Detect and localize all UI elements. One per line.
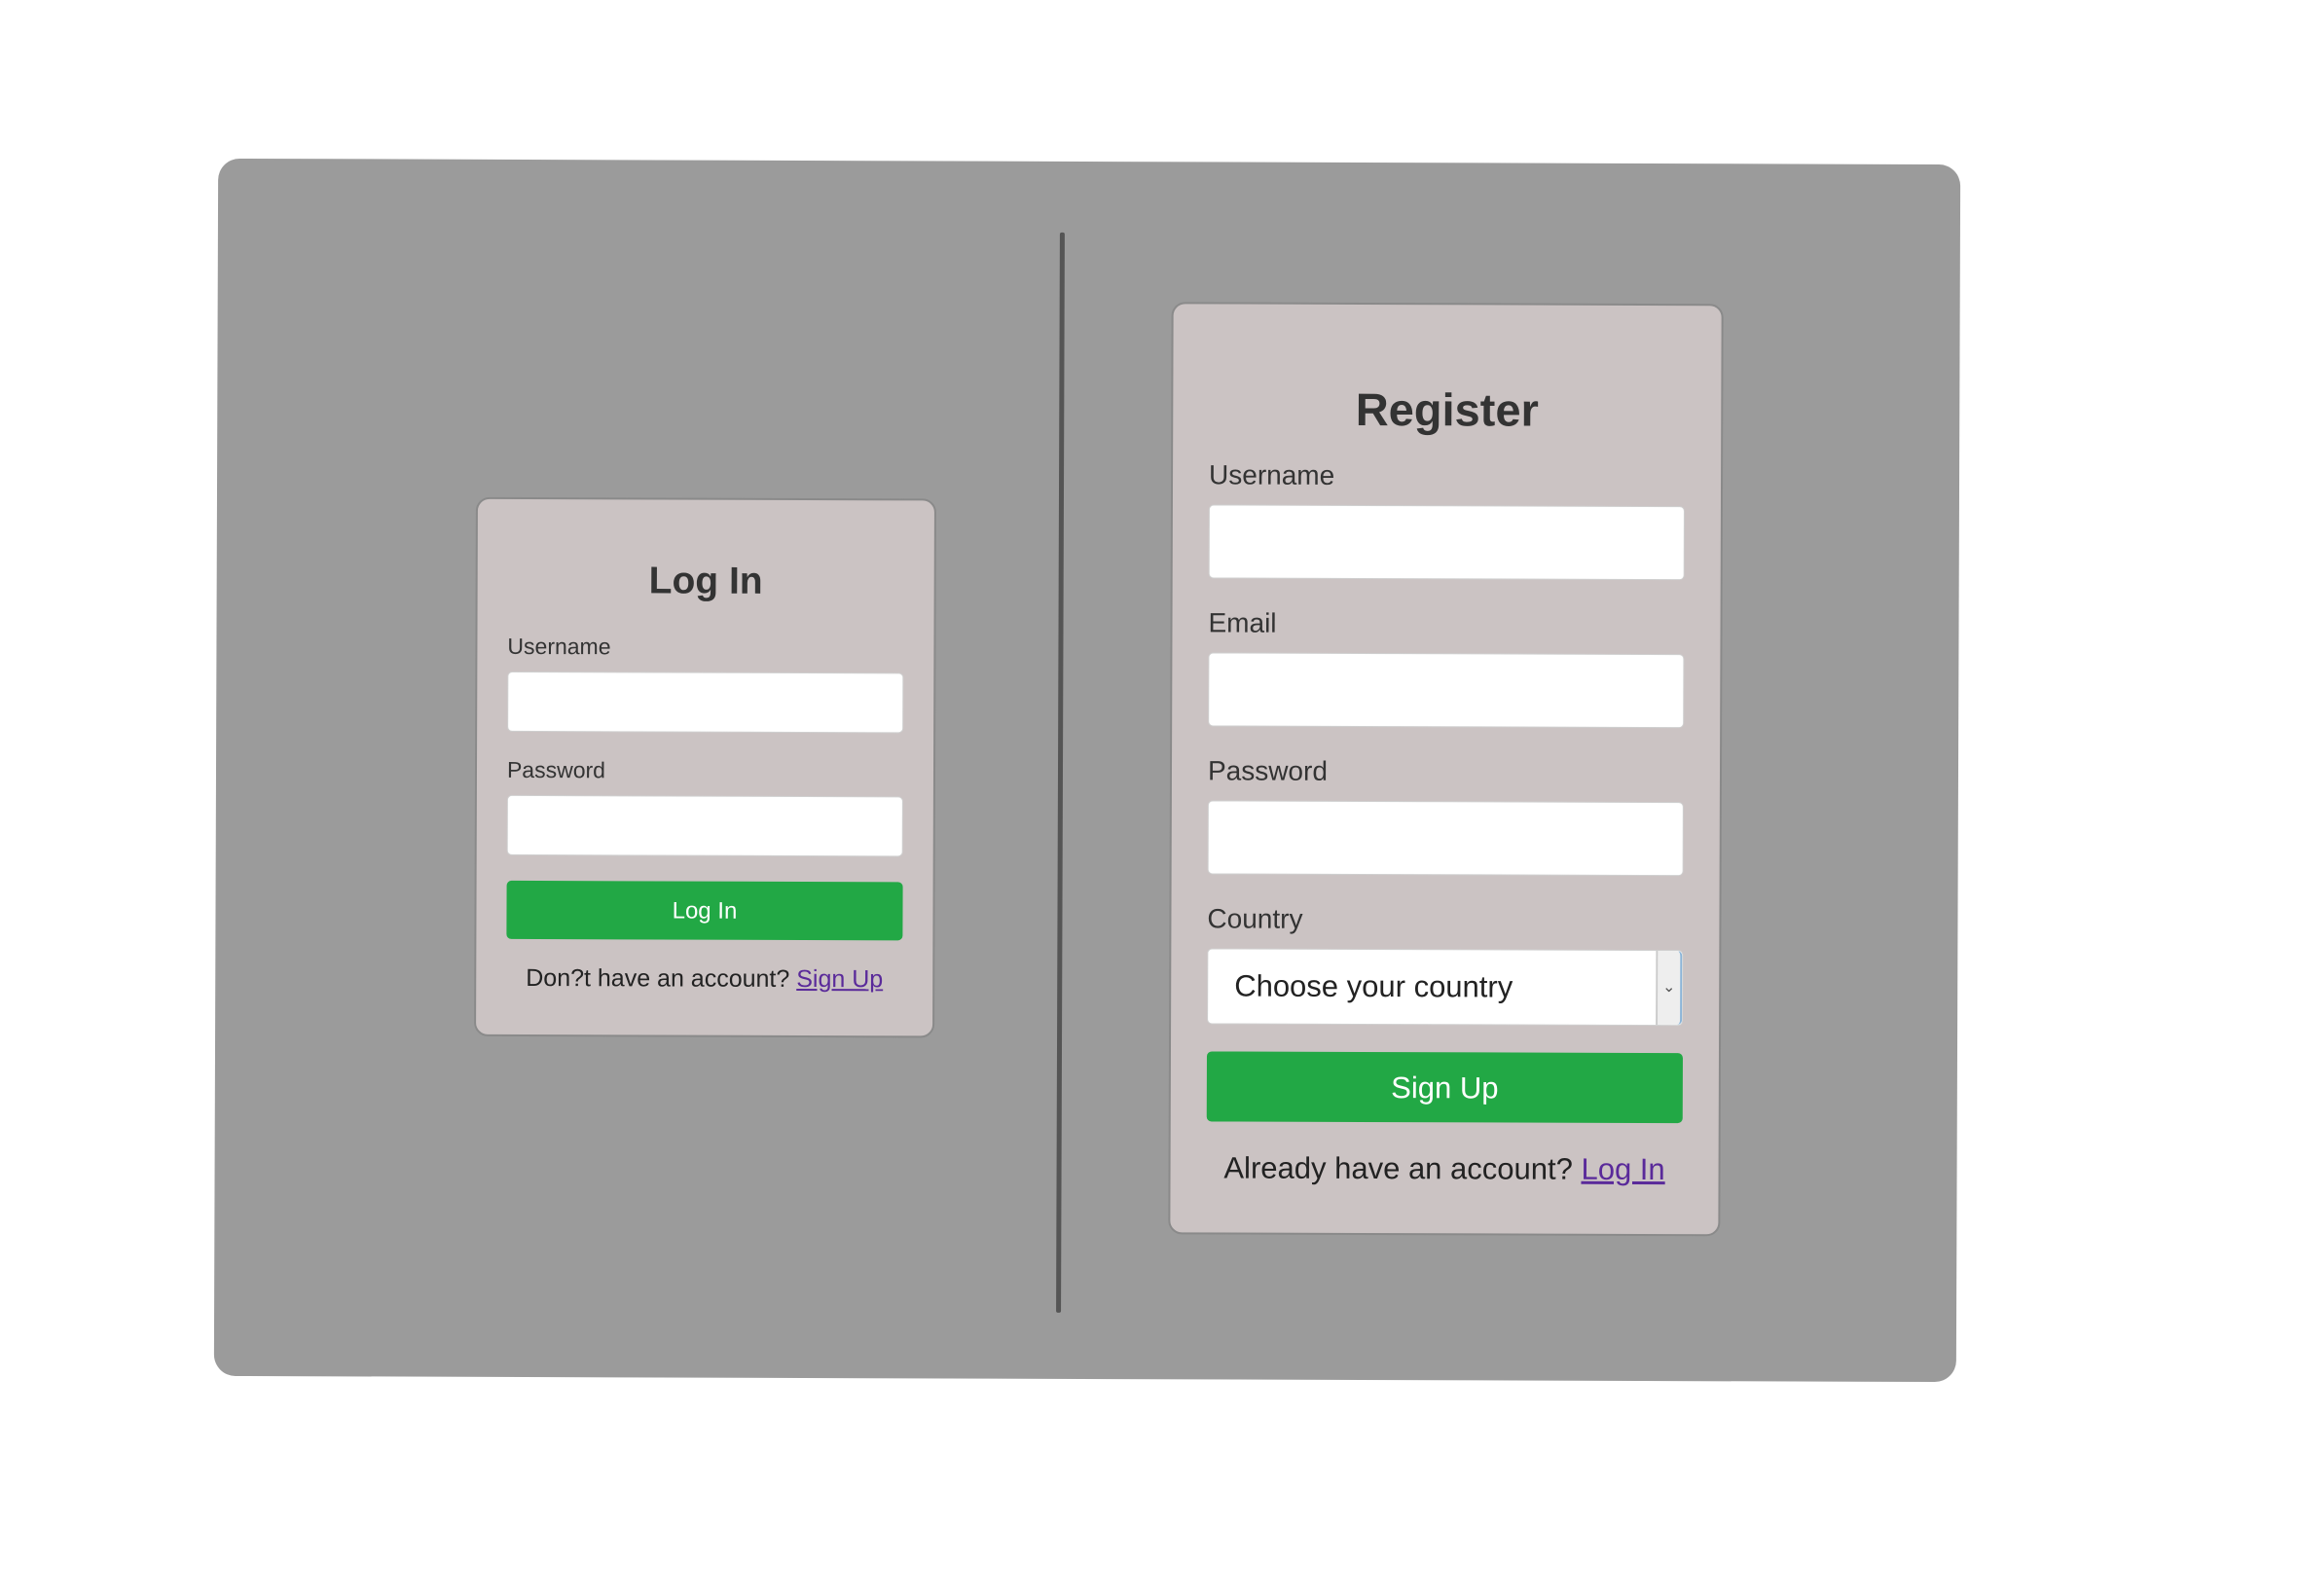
login-footer: Don?t have an account? Sign Up	[506, 964, 902, 994]
login-password-input[interactable]	[506, 794, 903, 857]
login-footer-text: Don?t have an account?	[526, 963, 790, 993]
vertical-divider	[1056, 232, 1065, 1313]
login-username-input[interactable]	[507, 671, 904, 734]
sign-up-button[interactable]: Sign Up	[1206, 1051, 1683, 1124]
login-button[interactable]: Log In	[506, 880, 903, 941]
country-select[interactable]: Choose your country ⌄	[1207, 948, 1684, 1027]
register-card: Register Username Email Password Country…	[1168, 302, 1724, 1237]
register-email-input[interactable]	[1208, 652, 1685, 729]
register-password-input[interactable]	[1207, 800, 1684, 877]
login-title: Log In	[648, 560, 763, 602]
auth-panel: Log In Username Password Log In Don?t ha…	[213, 158, 1961, 1383]
country-select-value: Choose your country	[1234, 968, 1513, 1004]
login-password-label: Password	[506, 756, 606, 783]
sign-up-link[interactable]: Sign Up	[796, 965, 883, 993]
register-footer-text: Already have an account?	[1223, 1150, 1573, 1186]
register-password-label: Password	[1207, 755, 1328, 786]
log-in-link[interactable]: Log In	[1581, 1152, 1664, 1186]
register-email-label: Email	[1208, 607, 1277, 638]
register-footer: Already have an account? Log In	[1207, 1150, 1683, 1187]
register-title: Register	[1355, 382, 1539, 436]
register-username-label: Username	[1209, 459, 1335, 490]
login-username-label: Username	[507, 633, 611, 660]
register-country-label: Country	[1207, 903, 1303, 934]
register-username-input[interactable]	[1208, 504, 1685, 581]
chevron-down-icon[interactable]: ⌄	[1656, 951, 1683, 1026]
login-card: Log In Username Password Log In Don?t ha…	[474, 496, 936, 1038]
